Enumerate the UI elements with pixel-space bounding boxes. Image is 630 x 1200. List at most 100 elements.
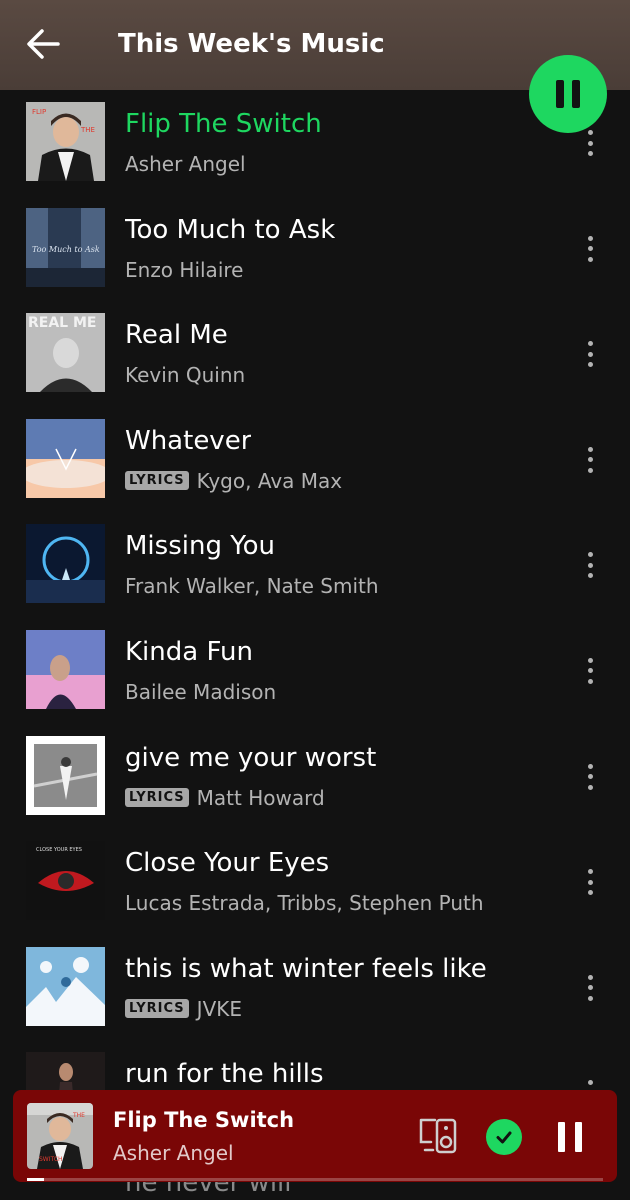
track-row[interactable]: CLOSE YOUR EYES Close Your Eyes Lucas Estr…	[0, 829, 630, 935]
more-options-button[interactable]	[580, 443, 600, 477]
more-vertical-icon	[587, 256, 593, 262]
track-meta: Kevin Quinn	[125, 361, 245, 389]
more-vertical-icon	[587, 130, 593, 135]
track-row[interactable]: Whatever LYRICS Kygo, Ava Max	[0, 407, 630, 513]
track-artist: Asher Angel	[125, 152, 246, 176]
more-vertical-icon	[587, 351, 593, 357]
more-vertical-icon	[587, 362, 593, 368]
svg-text:Too Much to Ask: Too Much to Ask	[32, 245, 100, 254]
track-meta: Enzo Hilaire	[125, 256, 243, 284]
album-art	[26, 735, 105, 815]
track-title: Too Much to Ask	[125, 214, 336, 245]
track-row[interactable]: this is what winter feels like LYRICS JVKE	[0, 935, 630, 1041]
play-pause-button[interactable]	[529, 55, 607, 133]
progress-fill	[27, 1178, 45, 1181]
more-vertical-icon	[587, 467, 593, 473]
track-title: Real Me	[125, 320, 228, 351]
more-vertical-icon	[587, 869, 593, 875]
check-circle-icon	[496, 1131, 512, 1144]
more-vertical-icon	[587, 457, 593, 463]
album-art	[26, 946, 105, 1026]
track-meta: LYRICS JVKE	[125, 995, 242, 1023]
track-row[interactable]: Missing You Frank Walker, Nate Smith	[0, 512, 630, 618]
track-meta: Frank Walker, Nate Smith	[125, 572, 379, 600]
page-title: This Week's Music	[118, 29, 385, 59]
more-vertical-icon	[587, 573, 593, 579]
more-vertical-icon	[587, 668, 593, 674]
more-vertical-icon	[587, 985, 593, 991]
track-cover: CLOSE YOUR EYES	[26, 841, 105, 921]
track-meta: Lucas Estrada, Tribbs, Stephen Puth	[125, 889, 484, 917]
pause-icon-bar	[572, 80, 580, 108]
more-options-button[interactable]	[580, 760, 600, 794]
album-art: CLOSE YOUR EYES	[26, 841, 105, 921]
more-vertical-icon	[587, 774, 593, 780]
track-artist: Frank Walker, Nate Smith	[125, 574, 379, 599]
devices-button[interactable]	[417, 1116, 459, 1156]
more-vertical-icon	[587, 341, 593, 347]
svg-text:THE: THE	[80, 126, 95, 134]
more-options-button[interactable]	[580, 971, 600, 1005]
more-vertical-icon	[587, 890, 593, 896]
back-button[interactable]	[24, 26, 64, 62]
track-artist: Kevin Quinn	[125, 363, 246, 388]
track-row[interactable]: give me your worst LYRICS Matt Howard	[0, 724, 630, 830]
album-art: REAL ME	[26, 313, 105, 393]
track-artist: Lucas Estrada, Tribbs, Stephen Puth	[125, 891, 484, 916]
svg-text:SWITCH: SWITCH	[39, 1156, 63, 1163]
more-vertical-icon	[587, 879, 593, 885]
more-options-button[interactable]	[580, 232, 600, 266]
track-row[interactable]: REAL ME Real Me Kevin Quinn	[0, 301, 630, 407]
track-cover	[26, 629, 105, 709]
more-vertical-icon	[587, 657, 593, 663]
track-cover	[26, 735, 105, 815]
more-vertical-icon	[587, 246, 593, 252]
track-cover: THE FLIP	[26, 102, 105, 181]
track-title: Missing You	[125, 531, 276, 562]
now-playing-artist: Asher Angel	[113, 1141, 234, 1165]
track-title: Whatever	[125, 425, 252, 456]
track-meta: LYRICS Kygo, Ava Max	[125, 467, 342, 495]
track-artist: JVKE	[196, 996, 243, 1021]
lyrics-badge: LYRICS	[125, 788, 189, 808]
more-vertical-icon	[587, 678, 593, 684]
track-title: run for the hills	[125, 1059, 324, 1090]
track-cover	[26, 418, 105, 498]
more-options-button[interactable]	[580, 337, 600, 371]
track-artist: Bailee Madison	[125, 679, 277, 704]
svg-text:THE: THE	[72, 1112, 85, 1119]
svg-text:REAL ME: REAL ME	[28, 315, 96, 331]
track-list: THE FLIP Flip The Switch Asher Angel Too Muc…	[0, 90, 630, 1200]
now-playing-title: Flip The Switch	[113, 1108, 295, 1132]
more-vertical-icon	[587, 974, 593, 980]
more-vertical-icon	[587, 446, 593, 452]
now-playing-bar[interactable]: THE SWITCH Flip The Switch Asher Angel	[13, 1090, 617, 1182]
pause-icon-bar	[575, 1122, 582, 1152]
track-row[interactable]: Kinda Fun Bailee Madison	[0, 618, 630, 724]
saved-toggle[interactable]	[486, 1119, 522, 1155]
track-artist: Matt Howard	[196, 785, 325, 810]
track-artist: Enzo Hilaire	[125, 257, 244, 282]
track-cover: REAL ME	[26, 313, 105, 393]
progress-track[interactable]	[27, 1178, 603, 1181]
more-options-button[interactable]	[580, 548, 600, 582]
album-art: Too Much to Ask	[26, 207, 105, 287]
track-row[interactable]: Too Much to Ask Too Much to Ask Enzo Hilai…	[0, 196, 630, 302]
more-vertical-icon	[587, 1080, 593, 1086]
more-vertical-icon	[587, 151, 593, 156]
pause-icon	[558, 1122, 565, 1152]
more-vertical-icon	[587, 784, 593, 790]
svg-text:CLOSE YOUR EYES: CLOSE YOUR EYES	[36, 847, 82, 853]
more-options-button[interactable]	[580, 865, 600, 899]
more-options-button[interactable]	[580, 654, 600, 688]
more-vertical-icon	[587, 235, 593, 241]
arrow-left-icon	[27, 29, 60, 59]
more-options-button[interactable]	[580, 126, 600, 160]
album-art: THE FLIP	[26, 102, 105, 181]
track-cover: Too Much to Ask	[26, 207, 105, 287]
more-vertical-icon	[587, 562, 593, 568]
album-art	[26, 524, 105, 604]
track-title: give me your worst	[125, 742, 377, 773]
pause-icon	[556, 80, 564, 108]
mini-pause-button[interactable]	[553, 1120, 587, 1154]
